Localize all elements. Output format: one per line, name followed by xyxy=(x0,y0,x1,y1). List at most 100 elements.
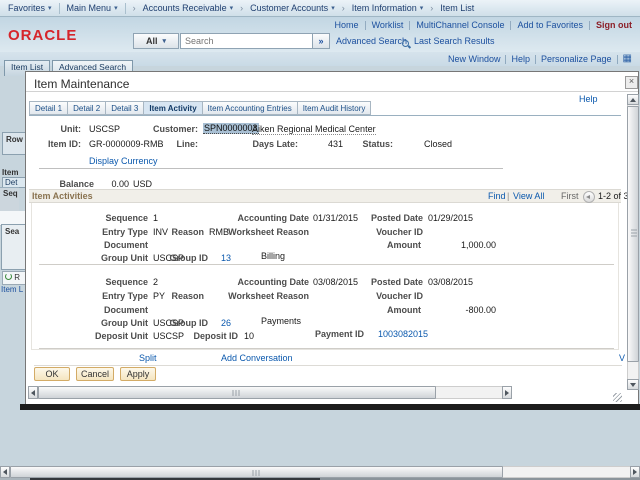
modal-tabs: Detail 1 Detail 2 Detail 3 Item Activity… xyxy=(29,101,371,115)
divider: | xyxy=(507,191,509,201)
search-go-button[interactable]: » xyxy=(312,33,330,49)
tab-detail-2[interactable]: Detail 2 xyxy=(68,101,106,115)
unit-label: Unit: xyxy=(31,124,81,134)
nav-worklist[interactable]: Worklist xyxy=(372,20,404,30)
last-search-results-link[interactable]: Last Search Results xyxy=(414,36,495,46)
divider xyxy=(535,55,536,64)
group-id-link[interactable]: 13 xyxy=(221,253,231,263)
balance-currency: USD xyxy=(133,179,152,189)
grid-layout-icon[interactable]: ▦ xyxy=(623,54,632,64)
view-all-link[interactable]: View All xyxy=(513,191,544,201)
sign-out-link[interactable]: Sign out xyxy=(596,20,632,30)
unit-value: USCSP xyxy=(89,124,120,134)
breadcrumb-customer-accounts[interactable]: Customer Accounts ▾ xyxy=(250,3,335,13)
voucher-id-label: Voucher ID xyxy=(343,291,423,301)
breadcrumb-item-label: Item List xyxy=(440,3,474,13)
tab-item-audit-history[interactable]: Item Audit History xyxy=(298,101,372,115)
tab-item-accounting-entries[interactable]: Item Accounting Entries xyxy=(203,101,298,115)
entry-type-label: Entry Type xyxy=(73,291,148,301)
document-label: Document xyxy=(73,240,148,250)
nav-add-to-favorites[interactable]: Add to Favorites xyxy=(517,20,583,30)
scroll-down-button[interactable] xyxy=(627,379,639,390)
split-link[interactable]: Split xyxy=(139,353,157,363)
breadcrumb-favorites[interactable]: Favorites ▾ xyxy=(8,3,52,13)
customer-name-value[interactable]: Aiken Regional Medical Center xyxy=(252,124,376,135)
page-horizontal-scrollbar[interactable] xyxy=(0,466,640,478)
view-link-cut[interactable]: V xyxy=(619,353,625,363)
reason-label: Reason xyxy=(144,227,204,237)
nav-home[interactable]: Home xyxy=(335,20,359,30)
payment-id-label: Payment ID xyxy=(304,329,364,339)
display-currency-link[interactable]: Display Currency xyxy=(89,156,158,166)
breadcrumb-item-list[interactable]: Item List xyxy=(440,3,474,13)
chevron-down-icon: ▾ xyxy=(163,38,167,45)
divider xyxy=(617,55,618,64)
breadcrumb-main-menu[interactable]: Main Menu ▾ xyxy=(67,3,118,13)
bg-item-list-link[interactable]: Item L xyxy=(1,285,25,294)
resize-grip[interactable] xyxy=(613,393,622,402)
status-label: Status: xyxy=(343,139,393,149)
sequence-value: 1 xyxy=(153,213,158,223)
tab-item-activity[interactable]: Item Activity xyxy=(144,101,202,115)
new-window-link[interactable]: New Window xyxy=(448,54,501,64)
scrollbar-thumb[interactable] xyxy=(38,386,436,399)
item-activities-title: Item Activities xyxy=(32,191,93,201)
pagination-range-label: 1-2 of 3 xyxy=(598,191,629,201)
scroll-right-button[interactable] xyxy=(502,386,512,399)
cancel-button[interactable]: Cancel xyxy=(76,367,114,381)
amount-label: Amount xyxy=(341,305,421,315)
status-value: Closed xyxy=(424,139,452,149)
tab-detail-3[interactable]: Detail 3 xyxy=(106,101,144,115)
scroll-left-button[interactable] xyxy=(0,466,10,478)
chevron-down-icon: ▾ xyxy=(114,5,118,12)
divider xyxy=(29,115,621,116)
search-scope-select[interactable]: All ▾ xyxy=(133,33,179,49)
add-conversation-link[interactable]: Add Conversation xyxy=(221,353,293,363)
close-icon[interactable]: × xyxy=(625,76,638,89)
search-input[interactable] xyxy=(180,33,316,49)
breadcrumb-accounts-receivable[interactable]: Accounts Receivable ▾ xyxy=(143,3,234,13)
personalize-page-link[interactable]: Personalize Page xyxy=(541,54,612,64)
reason-label: Reason xyxy=(144,291,204,301)
balance-value: 0.00 xyxy=(96,179,129,189)
oracle-logo: ORACLE xyxy=(8,27,77,44)
ok-button[interactable]: OK xyxy=(34,367,70,381)
apply-button[interactable]: Apply xyxy=(120,367,156,381)
scroll-right-button[interactable] xyxy=(630,466,640,478)
payment-id-link[interactable]: 1003082015 xyxy=(378,329,428,339)
bg-refresh-button[interactable]: R xyxy=(2,271,27,285)
modal-help-link[interactable]: Help xyxy=(579,94,598,104)
breadcrumb-item-label: Customer Accounts xyxy=(250,3,328,13)
scrollbar-thumb[interactable] xyxy=(627,106,639,362)
scroll-left-button[interactable] xyxy=(28,386,38,399)
nav-multichannel-console[interactable]: MultiChannel Console xyxy=(416,20,504,30)
chevron-right-icon: › xyxy=(430,3,433,13)
chevron-down-icon: ▾ xyxy=(230,5,234,12)
scroll-up-button[interactable] xyxy=(627,94,639,105)
worksheet-reason-label: Worksheet Reason xyxy=(209,291,309,301)
sequence-value: 2 xyxy=(153,277,158,287)
group-id-label: Group ID xyxy=(148,253,208,263)
tab-detail-1[interactable]: Detail 1 xyxy=(29,101,68,115)
divider xyxy=(505,55,506,64)
breadcrumb-item-information[interactable]: Item Information ▾ xyxy=(352,3,424,13)
group-id-link[interactable]: 26 xyxy=(221,318,231,328)
sequence-label: Sequence xyxy=(73,277,148,287)
divider xyxy=(39,348,614,349)
bg-fragment-item: Item xyxy=(2,168,25,177)
find-link[interactable]: Find xyxy=(488,191,506,201)
pagebar-links: New Window Help Personalize Page ▦ xyxy=(448,54,632,64)
scrollbar-thumb[interactable] xyxy=(10,466,503,478)
customer-id-value[interactable]: SPN0000003 xyxy=(203,123,259,134)
help-link[interactable]: Help xyxy=(511,54,530,64)
pagination-previous-button[interactable] xyxy=(583,191,595,203)
posted-date-label: Posted Date xyxy=(343,277,423,287)
breadcrumb-item-label: Accounts Receivable xyxy=(143,3,227,13)
advanced-search-link[interactable]: Advanced Search xyxy=(336,36,407,46)
amount-value: 1,000.00 xyxy=(426,240,496,250)
bg-fragment-seq-nbr-header: Seq Nbr xyxy=(0,187,19,212)
breadcrumb: Favorites ▾ Main Menu ▾ › Accounts Recei… xyxy=(0,0,640,17)
voucher-id-label: Voucher ID xyxy=(343,227,423,237)
posted-date-label: Posted Date xyxy=(343,213,423,223)
screen: Favorites ▾ Main Menu ▾ › Accounts Recei… xyxy=(0,0,640,480)
